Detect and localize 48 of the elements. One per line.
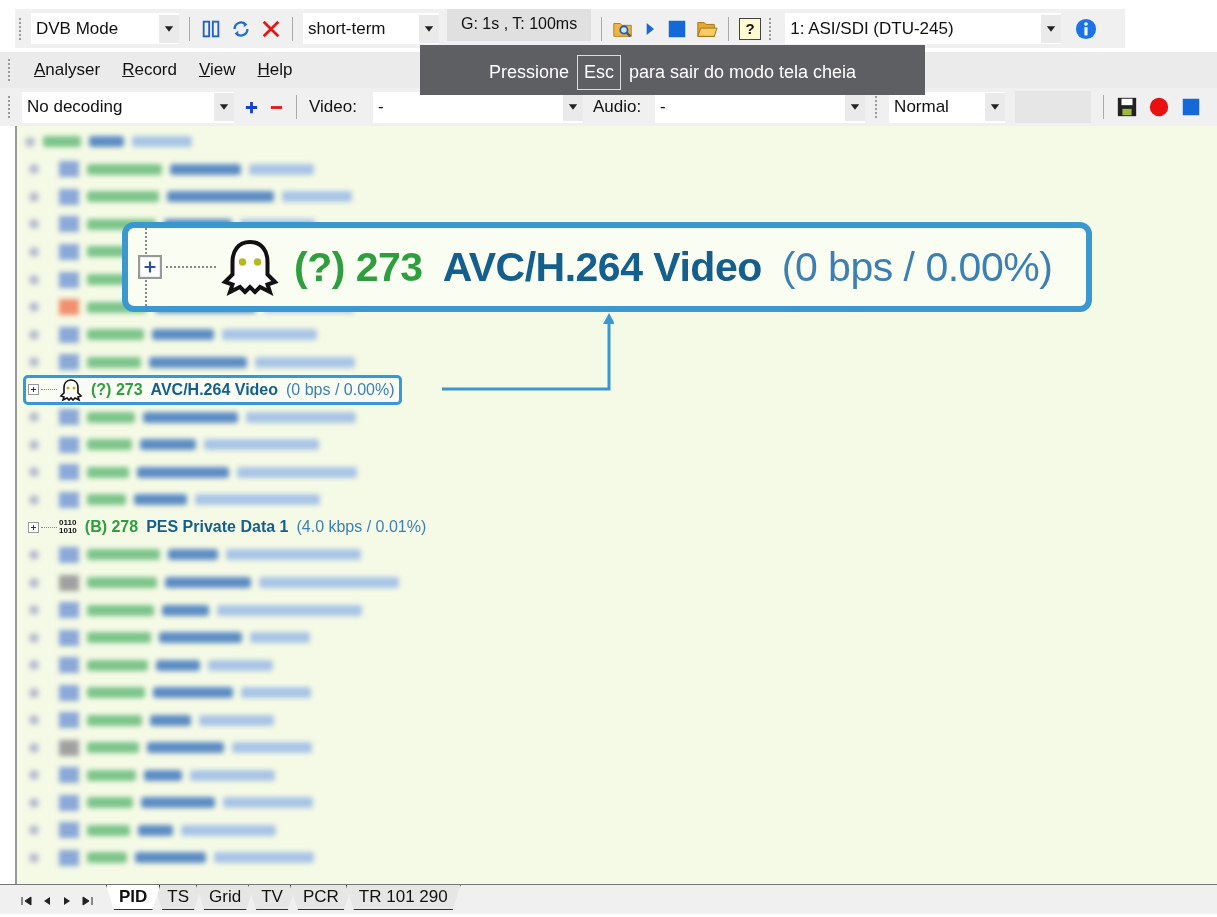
- sheet-tab[interactable]: TR 101 290: [345, 885, 461, 910]
- save-icon[interactable]: [1116, 96, 1139, 118]
- pid-number: (B) 278: [84, 518, 139, 537]
- caret-icon: [562, 93, 583, 121]
- caret-icon: [419, 14, 439, 43]
- caret-icon: [985, 93, 1006, 121]
- menu-item[interactable]: Analyser: [34, 60, 101, 80]
- binary-icon: 0110 1010: [59, 519, 77, 536]
- help-button[interactable]: ?: [739, 17, 762, 40]
- expand-icon: [138, 255, 162, 279]
- menu-item[interactable]: Help: [257, 60, 293, 80]
- esc-key: Esc: [576, 54, 621, 90]
- info-icon[interactable]: [1075, 17, 1098, 40]
- caret-icon: [1041, 14, 1062, 43]
- mode-dropdown[interactable]: DVB Mode: [31, 13, 179, 44]
- pid-number: (?) 273: [91, 380, 143, 399]
- first-page-icon[interactable]: [20, 895, 34, 907]
- caret-icon: [159, 14, 179, 43]
- bitrate-text: (0 bps / 0.00%): [286, 380, 395, 399]
- notice-text: Pressione: [488, 61, 569, 83]
- menu-item[interactable]: Record: [122, 60, 177, 80]
- bitrate-text: (0 bps / 0.00%): [781, 243, 1053, 291]
- video-label: Video:: [309, 97, 357, 117]
- notice-text: para sair do modo tela cheia: [628, 61, 857, 83]
- pid-row[interactable]: (?) 273 AVC/H.264 Video (0 bps / 0.00%): [23, 374, 402, 405]
- expand-icon[interactable]: [28, 384, 39, 396]
- ghost-icon: [59, 377, 83, 402]
- expand-icon[interactable]: [28, 521, 39, 533]
- stream-name: AVC/H.264 Video: [442, 243, 762, 291]
- pid-number: (?) 273: [294, 243, 423, 291]
- record-icon[interactable]: [1148, 96, 1171, 118]
- interval-dropdown[interactable]: short-term: [303, 13, 439, 44]
- speed-dropdown[interactable]: Normal: [889, 91, 1006, 123]
- caret-icon: [845, 93, 866, 121]
- stream-name: PES Private Data 1: [146, 518, 289, 537]
- audio-label: Audio:: [592, 97, 642, 117]
- stream-name: AVC/H.264 Video: [150, 380, 279, 399]
- timing-label: G: 1s , T: 100ms: [447, 9, 592, 41]
- sheet-tab[interactable]: PID: [106, 885, 161, 910]
- ghost-icon: [220, 237, 280, 297]
- last-page-icon[interactable]: [80, 895, 94, 907]
- video-dropdown[interactable]: -: [372, 91, 583, 123]
- menu-item[interactable]: View: [198, 60, 236, 80]
- caret-icon: [214, 93, 234, 121]
- decoding-dropdown[interactable]: No decoding: [22, 91, 234, 123]
- plus-icon[interactable]: [244, 99, 259, 115]
- bitrate-text: (4.0 kbps / 0.01%): [296, 518, 427, 537]
- input-dropdown[interactable]: 1: ASI/SDI (DTU-245): [785, 13, 1062, 44]
